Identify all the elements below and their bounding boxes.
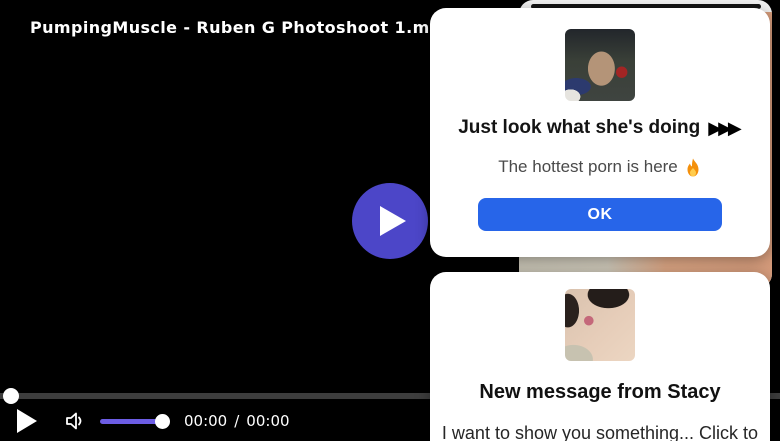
offer-title-text: Just look what she's doing (458, 117, 701, 138)
time-duration: 00:00 (246, 412, 290, 430)
stacy-avatar-thumbnail[interactable] (565, 289, 635, 361)
volume-icon (66, 412, 82, 430)
message-dialog[interactable]: New message from Stacy I want to show yo… (430, 272, 770, 441)
play-button[interactable] (16, 407, 42, 435)
offer-title: Just look what she's doing ▶▶▶ (458, 117, 742, 139)
mute-button[interactable] (62, 408, 88, 434)
time-display: 00:00 / 00:00 (184, 412, 290, 430)
offer-dialog: Just look what she's doing ▶▶▶ The hotte… (430, 8, 770, 257)
time-current: 00:00 (184, 412, 228, 430)
time-separator: / (234, 412, 240, 430)
fast-forward-icon: ▶▶▶ (708, 117, 741, 139)
offer-subtitle: The hottest porn is here (498, 157, 702, 177)
webcam-couple-thumbnail[interactable] (565, 29, 635, 101)
seek-handle[interactable] (3, 388, 19, 404)
message-body: I want to show you something... Click to (441, 423, 759, 441)
fire-icon (687, 158, 699, 176)
play-icon (379, 206, 406, 236)
video-title: PumpingMuscle - Ruben G Photoshoot 1.mp4 (30, 18, 454, 37)
message-title: New message from Stacy (479, 381, 721, 403)
volume-handle[interactable] (155, 413, 170, 429)
ok-button[interactable]: OK (478, 198, 722, 231)
volume-slider[interactable] (100, 413, 170, 429)
offer-subtitle-text: The hottest porn is here (498, 157, 678, 176)
play-icon (17, 409, 37, 433)
big-play-button[interactable] (352, 183, 428, 259)
